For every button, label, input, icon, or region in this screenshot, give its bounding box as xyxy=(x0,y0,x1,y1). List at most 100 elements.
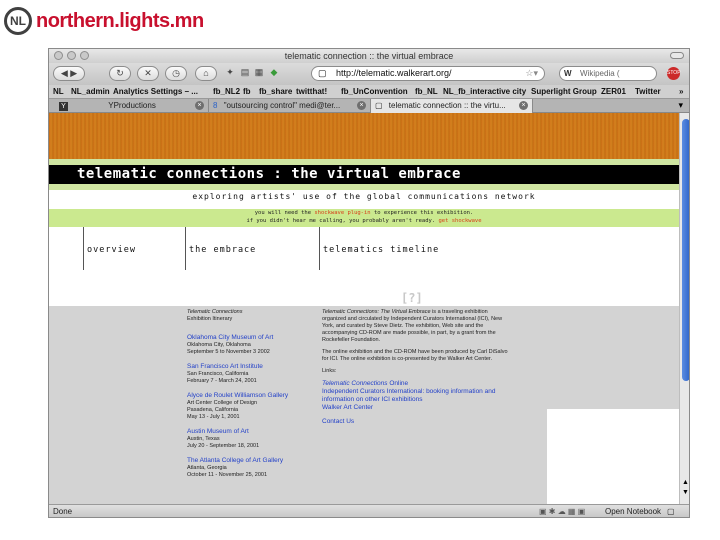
bookmark-item[interactable]: ZER01 xyxy=(601,85,626,98)
nav-overview[interactable]: overview xyxy=(83,227,136,270)
bookmark-item[interactable]: fb xyxy=(243,85,251,98)
clock-icon: ◷ xyxy=(172,68,180,78)
blank-area xyxy=(547,409,679,504)
scroll-down-icon[interactable]: ▼ xyxy=(682,489,689,496)
history-button[interactable]: ◷ xyxy=(165,66,187,81)
itinerary-subtitle: Exhibition Itinerary xyxy=(187,316,233,322)
status-text: Done xyxy=(53,507,73,516)
venue-location: Atlanta, Georgia xyxy=(187,465,227,471)
bookmark-star-icon[interactable]: ✦ xyxy=(223,66,237,81)
venue-dates: September 5 to November 3 2002 xyxy=(187,349,270,355)
close-window-button[interactable] xyxy=(54,51,63,60)
tab-label: "outsourcing control" medi@ter... xyxy=(223,101,341,110)
status-icons[interactable]: ▣ ✱ ☁ ▦ ▣ xyxy=(539,505,585,517)
notice-text: if you didn't hear me calling, you proba… xyxy=(246,218,436,224)
url-text: http://telematic.walkerart.org/ xyxy=(336,68,452,78)
bookmark-item[interactable]: fb_NL2 xyxy=(213,85,240,98)
page-content: telematic connections : the virtual embr… xyxy=(49,113,679,504)
venue-link[interactable]: Oklahoma City Museum of Art xyxy=(187,333,315,342)
reload-button[interactable]: ↻ xyxy=(109,66,131,81)
zoom-window-button[interactable] xyxy=(80,51,89,60)
ici-link[interactable]: Independent Curators International: book… xyxy=(322,388,512,404)
bookmark-item[interactable]: NL_admin xyxy=(71,85,110,98)
bookmark-item[interactable]: NL xyxy=(53,85,64,98)
bookmark-item[interactable]: NL_fb_interactive city xyxy=(443,85,526,98)
status-bar: Done ▣ ✱ ☁ ▦ ▣ Open Notebook ▢ xyxy=(49,504,689,517)
home-icon: ⌂ xyxy=(203,68,209,78)
tab-list-icon[interactable]: ▾ xyxy=(678,100,683,111)
vertical-scrollbar[interactable]: ▲ ▼ xyxy=(679,113,689,504)
home-button[interactable]: ⌂ xyxy=(195,66,217,81)
bookmark-item[interactable]: Superlight Group xyxy=(531,85,597,98)
tab-favicon-icon: 8 xyxy=(213,101,218,110)
bookmark-item[interactable]: fb_NL xyxy=(415,85,438,98)
reload-icon: ↻ xyxy=(116,68,124,78)
contact-link[interactable]: Contact Us xyxy=(322,418,512,426)
bookmark-item[interactable]: Twitter xyxy=(635,85,661,98)
open-notebook-button[interactable]: Open Notebook xyxy=(605,505,661,517)
tab-yproductions[interactable]: Y YProductions × xyxy=(49,99,209,113)
toolbar-toggle-button[interactable] xyxy=(670,52,684,59)
bookmark-item[interactable]: fb_UnConvention xyxy=(341,85,408,98)
northern-lights-logo: NL northern.lights.mn xyxy=(4,5,204,37)
bookmark-item[interactable]: Analytics Settings – ... xyxy=(113,85,198,98)
venue-link[interactable]: San Francisco Art Institute xyxy=(187,362,315,371)
venue-link[interactable]: Alyce de Roulet Williamson Gallery xyxy=(187,391,315,400)
link-title[interactable]: Telematic Connections xyxy=(322,380,388,387)
tab-outsourcing-control[interactable]: 8 "outsourcing control" medi@ter... × xyxy=(209,99,371,113)
venue-dates: February 7 - March 24, 2001 xyxy=(187,378,257,384)
telematic-online-link[interactable]: Telematic Connections Online xyxy=(322,380,512,388)
tab-bar: Y YProductions × 8 "outsourcing control"… xyxy=(49,98,689,113)
bookmarks-overflow-icon[interactable]: » xyxy=(679,85,683,98)
url-star-icon[interactable]: ☆▾ xyxy=(525,67,538,80)
venue-location: San Francisco, California xyxy=(187,371,249,377)
search-field[interactable]: W Wikipedia ( xyxy=(559,66,657,81)
forward-icon[interactable]: ▶ xyxy=(70,68,77,78)
close-tab-icon[interactable]: × xyxy=(357,101,366,110)
close-tab-icon[interactable]: × xyxy=(195,101,204,110)
about-paragraph: Telematic Connections: The Virtual Embra… xyxy=(322,309,512,344)
venue-location: Austin, Texas xyxy=(187,436,220,442)
venue-dates: October 11 - November 25, 2001 xyxy=(187,472,267,478)
addon-icon[interactable]: ◆ xyxy=(267,66,281,81)
scrollbar-thumb[interactable] xyxy=(682,119,689,381)
tab-label: YProductions xyxy=(108,101,156,110)
venue: The Atlanta College of Art Gallery Atlan… xyxy=(187,456,315,479)
links-label: Links: xyxy=(322,368,337,374)
venue: Oklahoma City Museum of Art Oklahoma Cit… xyxy=(187,333,315,356)
back-forward-button[interactable]: ◀ ▶ xyxy=(53,66,85,81)
walker-link[interactable]: Walker Art Center xyxy=(322,404,512,412)
bookmark-item[interactable]: twitthat! xyxy=(296,85,327,98)
url-field[interactable]: ▢ http://telematic.walkerart.org/ ☆▾ xyxy=(311,66,545,81)
venue-dates: July 20 - September 18, 2001 xyxy=(187,443,260,449)
venue: Austin Museum of Art Austin, Texas July … xyxy=(187,427,315,450)
minimize-window-button[interactable] xyxy=(67,51,76,60)
page-favicon-icon: ▢ xyxy=(375,101,383,110)
link-text[interactable]: Online xyxy=(389,380,408,387)
stop-sign-icon[interactable]: STOP xyxy=(667,67,681,80)
bookmark-item[interactable]: fb_share xyxy=(259,85,292,98)
logo-text: northern.lights.mn xyxy=(36,9,204,32)
print-icon[interactable]: ▤ xyxy=(239,66,251,81)
search-placeholder: Wikipedia ( xyxy=(580,69,620,78)
scroll-up-icon[interactable]: ▲ xyxy=(682,479,689,486)
help-icon[interactable]: [?] xyxy=(401,291,423,305)
stop-button[interactable]: ✕ xyxy=(137,66,159,81)
site-subtitle: exploring artists' use of the global com… xyxy=(192,192,536,201)
stop-icon: ✕ xyxy=(144,68,152,78)
close-tab-icon[interactable]: × xyxy=(519,101,528,110)
tab-telematic-connection[interactable]: ▢ telematic connection :: the virtu... × xyxy=(371,99,533,113)
venue-link[interactable]: Austin Museum of Art xyxy=(187,427,315,436)
wikipedia-icon[interactable]: W xyxy=(564,67,572,80)
header-band xyxy=(49,113,679,159)
shockwave-plugin-link[interactable]: shockwave plug-in xyxy=(314,210,370,216)
venue-link[interactable]: The Atlanta College of Art Gallery xyxy=(187,456,315,465)
notebook-icon[interactable]: ▢ xyxy=(667,505,675,517)
tab-label: telematic connection :: the virtu... xyxy=(388,101,506,110)
back-icon[interactable]: ◀ xyxy=(61,68,68,78)
get-shockwave-link[interactable]: get shockwave xyxy=(439,218,482,224)
nav-telematics-timeline[interactable]: telematics timeline xyxy=(319,227,439,270)
page-icon[interactable]: ▦ xyxy=(253,66,265,81)
navigation-toolbar: ◀ ▶ ↻ ✕ ◷ ⌂ ✦ ▤ ▦ ◆ ▢ http://telematic.w… xyxy=(49,63,689,85)
nav-the-embrace[interactable]: the embrace xyxy=(185,227,256,270)
